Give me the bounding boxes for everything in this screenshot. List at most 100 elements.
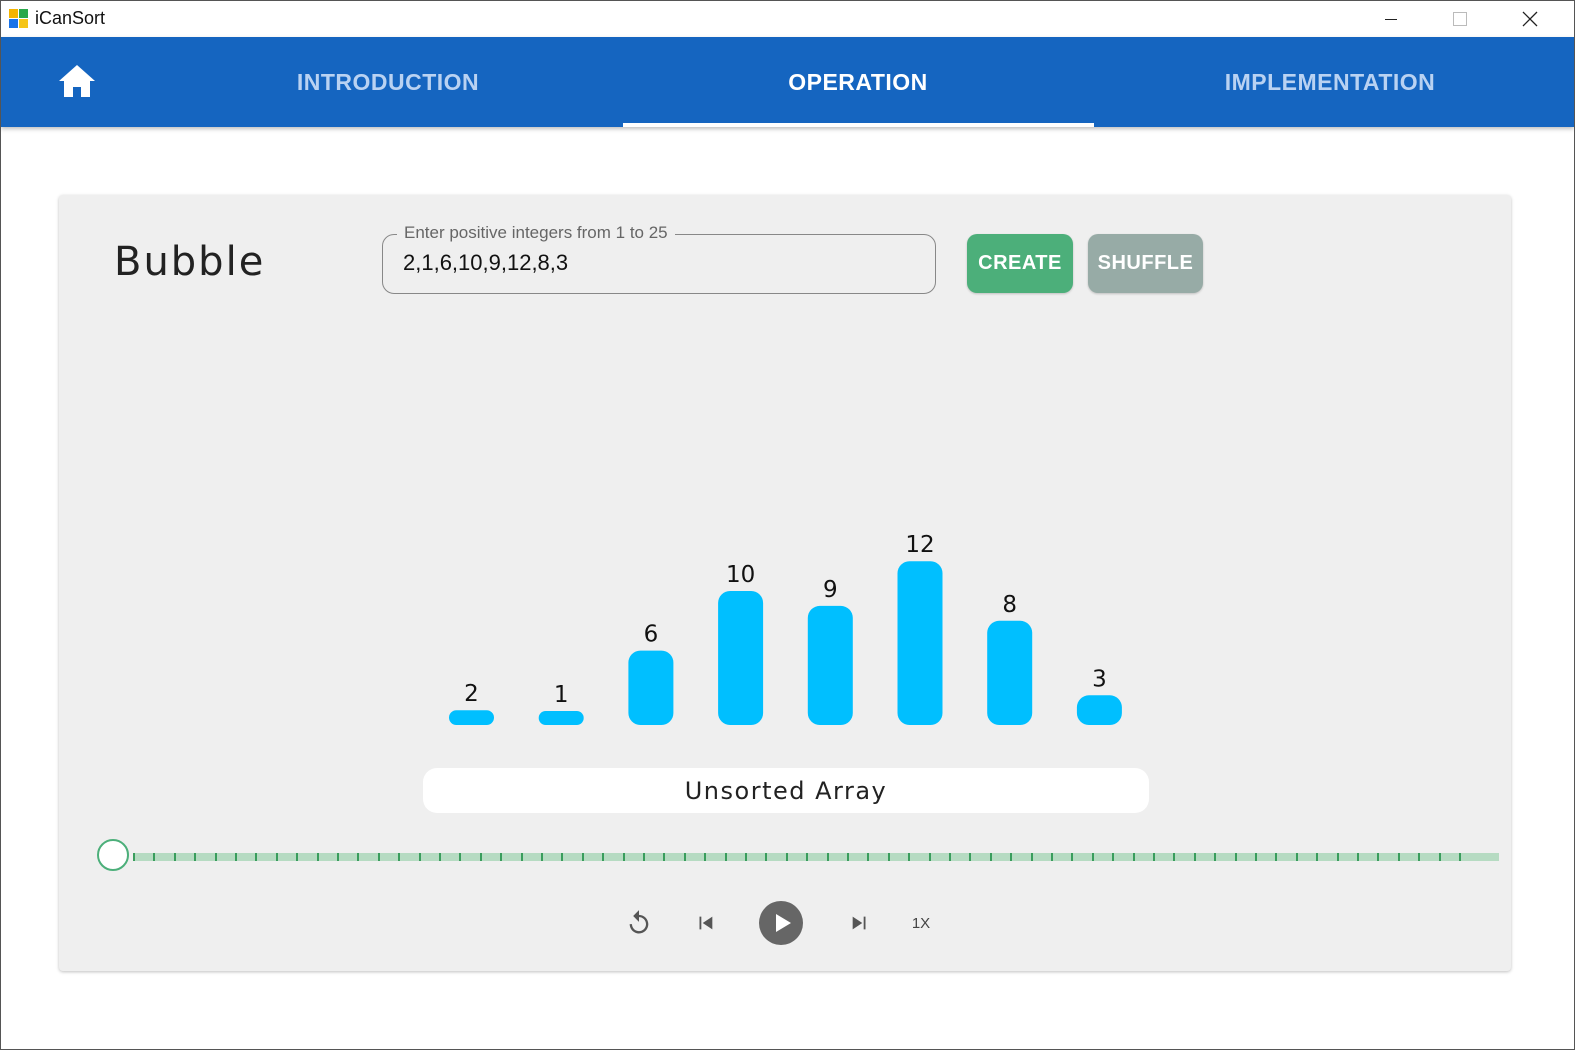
slider-tick xyxy=(887,853,890,861)
bar-8 xyxy=(1076,695,1122,725)
slider-tick xyxy=(622,853,625,861)
app-window: iCanSort INTRODUCTION OPERATION IMPLEMEN… xyxy=(0,0,1575,1050)
slider-tick xyxy=(1132,853,1135,861)
slider-tick xyxy=(296,853,299,861)
slider-tick xyxy=(214,853,217,861)
bar-chart: 2 1 6 10 9 12 8 3 xyxy=(449,532,1122,725)
home-button[interactable] xyxy=(57,63,97,99)
slider-tick xyxy=(459,853,462,861)
slider-tick xyxy=(1295,853,1298,861)
active-tab-indicator xyxy=(623,123,1094,127)
title-bar: iCanSort xyxy=(1,1,1574,37)
slider-tick xyxy=(1091,853,1094,861)
window-title: iCanSort xyxy=(35,8,106,28)
bar-value-label: 1 xyxy=(554,682,569,708)
slider-tick xyxy=(520,853,523,861)
bar-4 xyxy=(718,591,764,725)
app-bar: INTRODUCTION OPERATION IMPLEMENTATION xyxy=(1,37,1574,127)
bar-7 xyxy=(987,620,1033,725)
slider-tick xyxy=(826,853,829,861)
slider-tick xyxy=(316,853,319,861)
slider-tick xyxy=(847,853,849,861)
slider-tick xyxy=(1193,853,1196,861)
step-forward-button[interactable] xyxy=(844,901,876,945)
slider-tick xyxy=(949,853,951,861)
bar-value-label: 8 xyxy=(1002,592,1017,618)
bar-5 xyxy=(807,605,853,725)
slider-tick xyxy=(235,853,237,861)
slider-tick xyxy=(602,853,605,861)
minimize-icon xyxy=(1385,18,1397,20)
step-slider[interactable] xyxy=(97,839,1499,875)
bar-value-label: 2 xyxy=(464,681,479,707)
slider-tick xyxy=(194,853,197,861)
slider-tick xyxy=(969,853,972,861)
play-button[interactable] xyxy=(759,901,803,945)
replay-icon xyxy=(629,910,649,934)
slider-tick xyxy=(439,853,441,861)
slider-tick xyxy=(928,853,931,861)
slider-tick xyxy=(867,853,870,861)
maximize-icon xyxy=(1453,12,1467,26)
app-logo-icon xyxy=(9,9,28,28)
slider-tick xyxy=(1255,853,1257,861)
tab-operation[interactable]: OPERATION xyxy=(623,37,1093,127)
slider-tick xyxy=(1112,853,1115,861)
slider-tick xyxy=(806,853,809,861)
slider-tick xyxy=(561,853,564,861)
slider-tick xyxy=(704,853,707,861)
slider-tick xyxy=(581,853,584,861)
slider-tick xyxy=(500,853,503,861)
skip-next-icon xyxy=(852,916,866,930)
home-icon xyxy=(59,65,95,97)
bar-3 xyxy=(628,650,674,725)
tab-implementation[interactable]: IMPLEMENTATION xyxy=(1095,37,1565,127)
close-icon xyxy=(1522,11,1538,27)
bar-value-label: 6 xyxy=(644,622,659,648)
slider-thumb[interactable] xyxy=(97,839,129,871)
step-back-button[interactable] xyxy=(689,901,721,945)
slider-track[interactable] xyxy=(133,853,1499,861)
bar-value-label: 3 xyxy=(1092,666,1107,692)
bar-2 xyxy=(538,711,584,725)
bar-value-label: 10 xyxy=(726,562,755,588)
maximize-button[interactable] xyxy=(1437,1,1483,37)
minimize-button[interactable] xyxy=(1368,1,1414,37)
status-message: Unsorted Array xyxy=(423,768,1149,813)
slider-tick xyxy=(173,853,176,861)
slider-tick xyxy=(643,853,645,861)
slider-tick xyxy=(989,853,992,861)
bar-value-label: 12 xyxy=(905,532,934,558)
slider-tick xyxy=(398,853,401,861)
slider-tick xyxy=(1173,853,1176,861)
tab-introduction[interactable]: INTRODUCTION xyxy=(153,37,623,127)
speed-button[interactable]: 1X xyxy=(906,901,936,945)
slider-tick xyxy=(1316,853,1319,861)
close-button[interactable] xyxy=(1507,1,1553,37)
slider-tick xyxy=(1214,853,1217,861)
slider-tick xyxy=(1357,853,1359,861)
slider-tick xyxy=(1234,853,1237,861)
slider-tick xyxy=(357,853,360,861)
slider-tick xyxy=(1010,853,1013,861)
slider-tick xyxy=(541,853,543,861)
slider-tick xyxy=(663,853,666,861)
slider-tick xyxy=(1071,853,1074,861)
replay-button[interactable] xyxy=(621,901,657,945)
slider-tick xyxy=(133,853,135,861)
skip-previous-icon xyxy=(699,916,713,930)
bar-1 xyxy=(449,710,494,725)
slider-tick xyxy=(683,853,686,861)
slider-tick xyxy=(153,853,156,861)
slider-tick xyxy=(337,853,339,861)
visualizer-card: Bubble Enter positive integers from 1 to… xyxy=(59,195,1511,971)
slider-tick xyxy=(745,853,747,861)
slider-tick xyxy=(724,853,727,861)
slider-tick xyxy=(479,853,482,861)
slider-tick xyxy=(377,853,380,861)
slider-tick xyxy=(765,853,768,861)
slider-tick xyxy=(1153,853,1155,861)
slider-tick xyxy=(1459,853,1461,861)
slider-tick xyxy=(1418,853,1421,861)
slider-tick xyxy=(1030,853,1033,861)
